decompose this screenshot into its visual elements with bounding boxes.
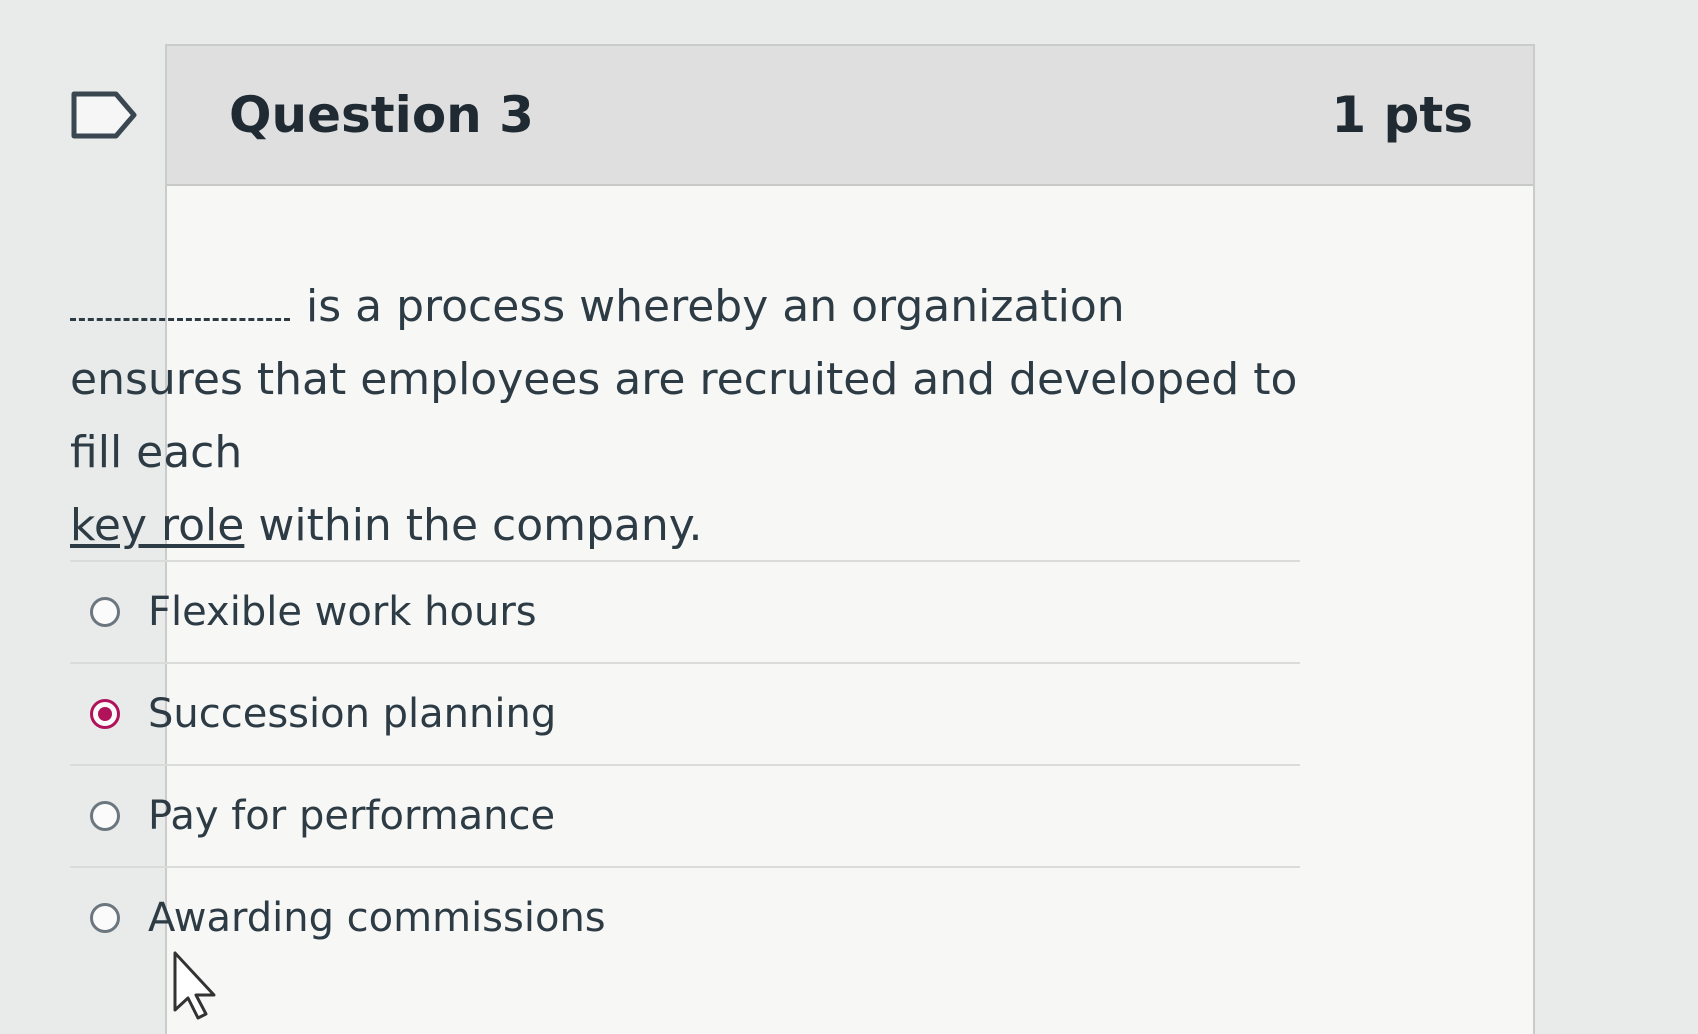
answer-label: Flexible work hours bbox=[148, 589, 537, 635]
answer-list: Flexible work hours Succession planning … bbox=[70, 560, 1300, 968]
fill-in-blank bbox=[70, 318, 290, 321]
question-text-part1: is a process whereby an organization ens… bbox=[70, 281, 1298, 478]
answer-option[interactable]: Flexible work hours bbox=[70, 560, 1300, 662]
answer-label: Pay for performance bbox=[148, 793, 556, 839]
answer-option[interactable]: Succession planning bbox=[70, 662, 1300, 764]
question-title: Question 3 bbox=[229, 86, 534, 144]
radio-button[interactable] bbox=[90, 801, 120, 831]
radio-button-selected[interactable] bbox=[90, 699, 120, 729]
mouse-pointer-icon bbox=[173, 951, 216, 1020]
question-text: is a process whereby an organization ens… bbox=[70, 270, 1300, 562]
answer-label: Awarding commissions bbox=[148, 895, 606, 941]
question-points: 1 pts bbox=[1331, 86, 1473, 144]
question-text-part2: within the company. bbox=[258, 500, 703, 551]
radio-button[interactable] bbox=[90, 597, 120, 627]
answer-option[interactable]: Awarding commissions bbox=[70, 866, 1300, 968]
key-term-link[interactable]: key role bbox=[70, 500, 244, 551]
question-header: Question 3 1 pts bbox=[167, 46, 1533, 186]
answer-label: Succession planning bbox=[148, 691, 557, 737]
answer-option[interactable]: Pay for performance bbox=[70, 764, 1300, 866]
radio-button[interactable] bbox=[90, 903, 120, 933]
flag-question-icon[interactable] bbox=[70, 90, 140, 140]
